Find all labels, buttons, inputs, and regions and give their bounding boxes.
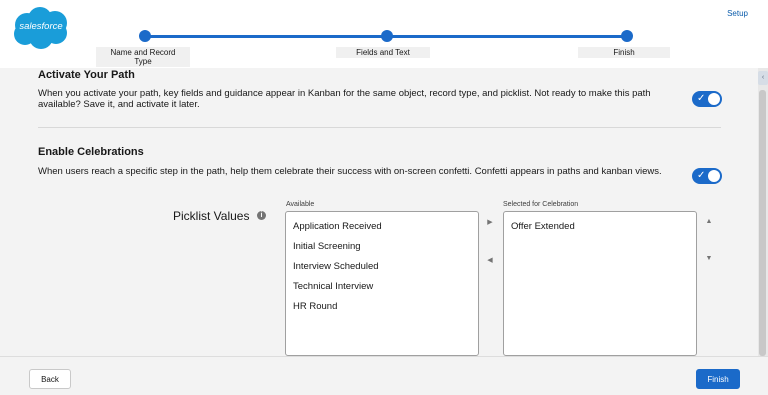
toggle-knob — [708, 93, 720, 105]
step-label-name-and-record-type: Name and Record Type — [96, 47, 190, 67]
activate-path-title: Activate Your Path — [38, 69, 135, 81]
list-item[interactable]: Technical Interview — [286, 277, 478, 297]
picklist-values-label: Picklist Values — [173, 209, 250, 223]
content-scrollbar[interactable]: ‹ — [758, 68, 768, 356]
activate-path-description: When you activate your path, key fields … — [38, 88, 651, 110]
step-indicator-fields-and-text — [381, 30, 393, 42]
activate-path-toggle[interactable]: ✓ — [692, 91, 722, 107]
list-item[interactable]: Interview Scheduled — [286, 257, 478, 277]
move-down-icon[interactable]: ▼ — [704, 255, 714, 262]
celebrations-description: When users reach a specific step in the … — [38, 166, 662, 177]
move-left-icon[interactable]: ◀ — [485, 256, 495, 264]
salesforce-logo: salesforce — [10, 6, 72, 50]
move-right-icon[interactable]: ▶ — [485, 218, 495, 226]
logo-wordmark: salesforce — [19, 21, 63, 32]
check-icon: ✓ — [697, 93, 706, 104]
list-item[interactable]: Offer Extended — [504, 217, 696, 237]
step-indicator-name-and-record-type — [139, 30, 151, 42]
list-item[interactable]: HR Round — [286, 297, 478, 317]
selected-caption: Selected for Celebration — [503, 201, 579, 208]
wizard-header: salesforce Setup Name and Record Type Fi… — [0, 0, 768, 68]
available-caption: Available — [286, 201, 315, 208]
celebrations-title: Enable Celebrations — [38, 146, 144, 158]
list-item[interactable]: Application Received — [286, 217, 478, 237]
selected-values-list[interactable]: Offer Extended — [503, 211, 697, 356]
info-icon[interactable]: i — [257, 211, 266, 220]
list-item[interactable]: Initial Screening — [286, 237, 478, 257]
scroll-grip-icon[interactable]: ‹ — [758, 71, 768, 85]
step-label-fields-and-text: Fields and Text — [336, 47, 430, 58]
setup-link[interactable]: Setup — [727, 9, 748, 18]
back-button[interactable]: Back — [29, 369, 71, 389]
available-values-list[interactable]: Application Received Initial Screening I… — [285, 211, 479, 356]
toggle-knob — [708, 170, 720, 182]
celebrations-toggle[interactable]: ✓ — [692, 168, 722, 184]
scroll-thumb[interactable] — [759, 90, 766, 356]
section-divider — [38, 127, 721, 128]
finish-button[interactable]: Finish — [696, 369, 740, 389]
path-settings-content: Activate Your Path When you activate you… — [0, 68, 758, 356]
step-indicator-finish — [621, 30, 633, 42]
move-up-icon[interactable]: ▲ — [704, 218, 714, 225]
step-label-finish: Finish — [578, 47, 670, 58]
check-icon: ✓ — [697, 170, 706, 181]
wizard-footer: Back Finish — [0, 356, 768, 395]
